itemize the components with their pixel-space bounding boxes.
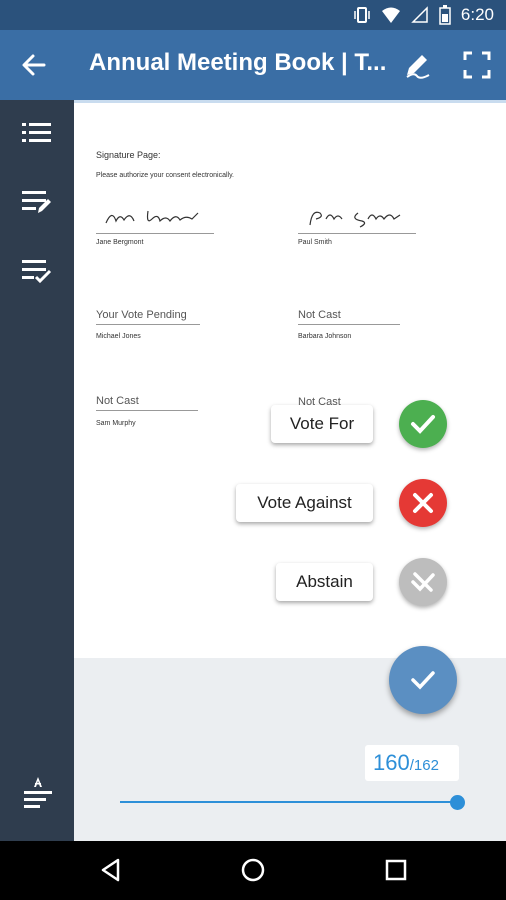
signer-name: Jane Bergmont [96,239,144,246]
current-page: 160 [373,750,410,775]
recents-icon[interactable] [381,855,411,885]
voter-name: Sam Murphy [96,420,136,427]
vote-line [96,410,198,411]
sidebar [0,100,74,841]
check-icon [411,671,435,690]
vote-line [96,324,200,325]
signature-heading: Signature Page: [96,150,161,160]
abstain-fab[interactable] [399,558,447,606]
page-title: Annual Meeting Book | T... [89,49,387,76]
navigation-bar [0,841,506,900]
signer-name: Paul Smith [298,239,332,246]
vote-for-fab[interactable] [399,400,447,448]
voter-name: Michael Jones [96,333,141,340]
pen-icon[interactable] [402,50,432,80]
back-arrow-icon[interactable] [18,50,48,80]
voter-name: Barbara Johnson [298,333,352,340]
vote-line [298,324,400,325]
status-bar: 6:20 [0,0,506,30]
vote-fab[interactable] [389,646,457,714]
status-time: 6:20 [460,5,494,24]
signature-line [96,233,214,234]
app-bar: Annual Meeting Book | T... [0,30,506,100]
signal-icon [411,6,428,23]
vote-against-button[interactable]: Vote Against [236,484,373,522]
check-icon [411,415,435,434]
checklist-icon[interactable] [18,255,56,285]
total-pages: /162 [409,757,439,774]
battery-icon [439,5,451,25]
fullscreen-icon[interactable] [462,50,492,80]
vote-status: Your Vote Pending [96,309,187,321]
status-icons: 6:20 [353,4,494,26]
signature-line [298,233,416,234]
back-icon[interactable] [96,855,126,885]
home-icon[interactable] [238,855,268,885]
vote-for-button[interactable]: Vote For [271,405,373,443]
abstain-icon [411,572,435,592]
vote-against-fab[interactable] [399,479,447,527]
page-slider-track[interactable] [120,801,460,803]
close-icon [413,493,433,513]
vibrate-icon [354,7,370,23]
edit-list-icon[interactable] [18,186,56,216]
page-slider-thumb[interactable] [450,795,465,810]
abstain-button[interactable]: Abstain [276,563,373,601]
signature-instructions: Please authorize your consent electronic… [96,172,235,179]
vote-status: Not Cast [298,309,341,321]
wifi-icon [381,7,400,23]
signature-jane-bergmont [105,210,199,224]
page-counter: 160/162 [365,745,459,781]
agenda-list-icon[interactable] [18,118,56,148]
vote-status: Not Cast [96,395,139,407]
signature-paul-smith [309,211,401,228]
text-sort-icon[interactable] [20,775,56,811]
